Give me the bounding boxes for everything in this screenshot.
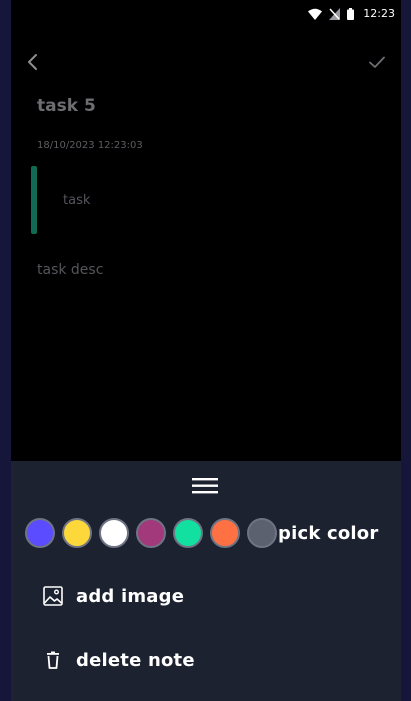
subtitle-color-indicator [31, 166, 37, 234]
color-swatch-magenta[interactable] [136, 518, 166, 548]
status-icons: 12:23 [308, 7, 395, 20]
image-icon [41, 584, 65, 608]
wifi-icon [308, 8, 323, 20]
menu-icon [192, 478, 218, 494]
note-title-input[interactable]: task 5 [37, 96, 96, 116]
check-icon [369, 56, 385, 68]
save-button[interactable] [365, 50, 389, 74]
chevron-left-icon [28, 54, 37, 70]
bottom-sheet: pick color add image delete note [11, 461, 401, 701]
add-image-button[interactable]: add image [41, 581, 184, 611]
pick-color-button[interactable]: pick color [278, 523, 378, 544]
add-image-label: add image [76, 585, 185, 607]
color-swatch-purple[interactable] [25, 518, 55, 548]
signal-icon [329, 7, 341, 20]
color-swatch-yellow[interactable] [62, 518, 92, 548]
note-subtitle-input[interactable]: task [63, 193, 90, 208]
top-bar [11, 46, 401, 76]
color-swatch-green[interactable] [173, 518, 203, 548]
color-swatch-gray[interactable] [247, 518, 277, 548]
battery-icon [347, 7, 355, 20]
color-picker-row: pick color [25, 518, 378, 548]
delete-note-label: delete note [76, 649, 195, 671]
note-datetime: 18/10/2023 12:23:03 [37, 140, 143, 151]
subtitle-block: task [31, 166, 371, 234]
note-description-input[interactable]: task desc [37, 262, 103, 278]
color-swatch-orange[interactable] [210, 518, 240, 548]
status-bar: 12:23 [11, 0, 401, 30]
delete-note-button[interactable]: delete note [41, 645, 195, 675]
sheet-handle[interactable] [191, 475, 219, 497]
color-swatch-white[interactable] [99, 518, 129, 548]
status-time: 12:23 [363, 7, 395, 20]
note-editor-screen: 12:23 task 5 18/10/2023 12:23:03 task ta… [11, 0, 401, 701]
back-button[interactable] [21, 50, 45, 74]
trash-icon [41, 648, 65, 672]
